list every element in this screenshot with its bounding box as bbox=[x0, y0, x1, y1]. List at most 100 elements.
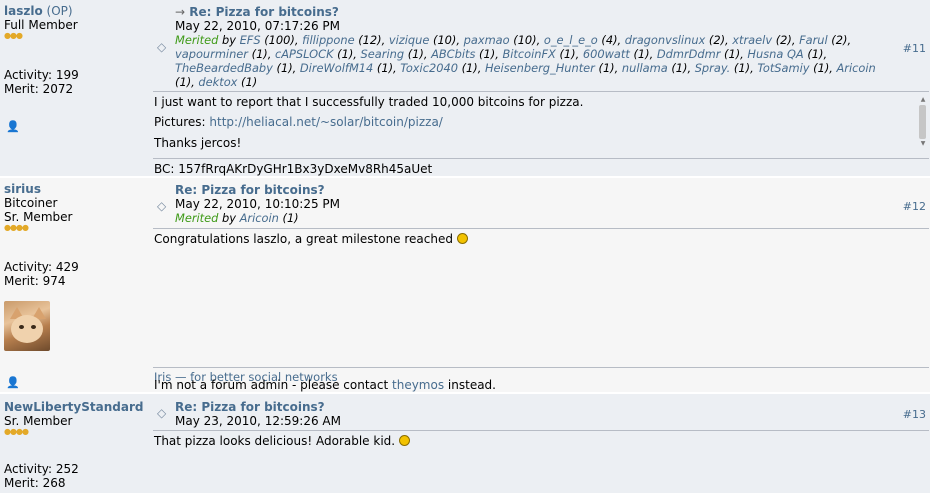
merit-giver-link[interactable]: cAPSLOCK bbox=[275, 47, 334, 61]
divider bbox=[153, 91, 929, 92]
merit-giver-link[interactable]: Spray. bbox=[695, 61, 731, 75]
scroll-up-icon[interactable]: ▲ bbox=[918, 97, 928, 103]
merit-count: (100), bbox=[260, 33, 303, 47]
post-header: Re: Pizza for bitcoins? ◇ May 23, 2010, … bbox=[155, 400, 930, 432]
merit-giver-link[interactable]: vapourminer bbox=[175, 47, 248, 61]
merited-label: Merited bbox=[175, 33, 219, 47]
smiley-icon bbox=[456, 233, 468, 244]
author-link[interactable]: laszlo (OP) bbox=[4, 4, 73, 18]
scroll-down-icon[interactable]: ▼ bbox=[918, 141, 928, 147]
merit: Merit: 974 bbox=[4, 274, 66, 288]
merit-giver-link[interactable]: vizique bbox=[389, 33, 430, 47]
merit-count: (1), bbox=[175, 75, 199, 89]
merit-count: (1), bbox=[457, 61, 485, 75]
scroll-thumb[interactable] bbox=[919, 105, 926, 139]
rank-stars: ●●● bbox=[4, 31, 23, 40]
rank: Full Member bbox=[4, 18, 78, 32]
post-body: That pizza looks delicious! Adorable kid… bbox=[154, 434, 410, 448]
activity: Activity: 252 bbox=[4, 462, 79, 476]
signature-text: I'm not a forum admin - please contact t… bbox=[154, 378, 496, 392]
person-icon[interactable]: 👤 bbox=[6, 376, 20, 389]
merit-giver-link[interactable]: DireWolfM14 bbox=[300, 61, 373, 75]
author-link[interactable]: sirius bbox=[4, 182, 41, 196]
merit-count: (1), bbox=[333, 47, 361, 61]
merit-count: (1), bbox=[272, 61, 300, 75]
custom-title: Bitcoiner bbox=[4, 196, 58, 210]
merit-giver-link[interactable]: paxmao bbox=[464, 33, 510, 47]
rank-stars: ●●●● bbox=[4, 427, 29, 436]
merit-giver-link[interactable]: Heisenberg_Hunter bbox=[485, 61, 595, 75]
merit-list: Merited by Aricoin (1) bbox=[175, 211, 890, 225]
post-subject[interactable]: → Re: Pizza for bitcoins? bbox=[175, 5, 339, 19]
merit-giver-link[interactable]: BitcoinFX bbox=[502, 47, 555, 61]
merit-giver-link[interactable]: fillippone bbox=[302, 33, 355, 47]
post-date: May 22, 2010, 10:10:25 PM bbox=[175, 197, 340, 211]
smiley-icon bbox=[398, 435, 410, 446]
merit: Merit: 268 bbox=[4, 476, 66, 490]
post-subject[interactable]: Re: Pizza for bitcoins? bbox=[175, 400, 325, 414]
post-number[interactable]: #12 bbox=[903, 200, 926, 213]
pictures-line: Pictures: http://heliacal.net/~solar/bit… bbox=[154, 115, 443, 129]
merit-count: (1), bbox=[809, 61, 837, 75]
merit-giver-link[interactable]: nullama bbox=[622, 61, 668, 75]
post-header: Re: Pizza for bitcoins? ◇ May 22, 2010, … bbox=[155, 182, 930, 230]
merit-giver-link[interactable]: Searing bbox=[361, 47, 405, 61]
scrollbar[interactable]: ▲ ▼ bbox=[918, 97, 928, 147]
merit-giver-link[interactable]: Toxic2040 bbox=[400, 61, 458, 75]
merit-giver-link[interactable]: EFS bbox=[240, 33, 261, 47]
post-11: laszlo (OP) Full Member ●●● Activity: 19… bbox=[0, 0, 930, 177]
post-12: sirius Bitcoiner Sr. Member ●●●● Activit… bbox=[0, 178, 930, 393]
signature-divider bbox=[153, 158, 929, 159]
post-number[interactable]: #11 bbox=[903, 42, 926, 55]
post-13: NewLibertyStandard Sr. Member ●●●● Activ… bbox=[0, 394, 930, 494]
merit-giver-link[interactable]: o_e_l_e_o bbox=[544, 33, 598, 47]
activity: Activity: 199 bbox=[4, 68, 79, 82]
post-header: → Re: Pizza for bitcoins? May 22, 2010, … bbox=[155, 4, 930, 90]
merit-count: (1), bbox=[475, 47, 503, 61]
merit-giver-link[interactable]: DdmrDdmr bbox=[657, 47, 721, 61]
merit-giver-link[interactable]: xtraelv bbox=[732, 33, 772, 47]
post-body: Congratulations laszlo, a great mileston… bbox=[154, 232, 468, 246]
post-body-line: I just want to report that I successfull… bbox=[154, 95, 584, 109]
merit-count: (2), bbox=[705, 33, 733, 47]
merit-giver-link[interactable]: dektox bbox=[198, 75, 237, 89]
poster-info: NewLibertyStandard Sr. Member ●●●● bbox=[4, 400, 149, 436]
merit-giver-link[interactable]: Aricoin bbox=[837, 61, 876, 75]
merit-count: (1), bbox=[730, 61, 758, 75]
merit: Merit: 2072 bbox=[4, 82, 74, 96]
merit-count: (4), bbox=[597, 33, 625, 47]
post-subject[interactable]: Re: Pizza for bitcoins? bbox=[175, 183, 325, 197]
activity: Activity: 429 bbox=[4, 260, 79, 274]
theymos-link[interactable]: theymos bbox=[392, 378, 444, 392]
subject-icon: ◇ bbox=[157, 406, 167, 420]
merit-count: (2), bbox=[827, 33, 852, 47]
poster-info: laszlo (OP) Full Member ●●● bbox=[4, 4, 149, 40]
person-icon[interactable]: 👤 bbox=[6, 120, 20, 133]
merit-count: (1) bbox=[278, 211, 299, 225]
pictures-link[interactable]: http://heliacal.net/~solar/bitcoin/pizza… bbox=[209, 115, 442, 129]
merit-giver-link[interactable]: dragonvslinux bbox=[625, 33, 706, 47]
merit-count: (2), bbox=[772, 33, 800, 47]
post-date: May 23, 2010, 12:59:26 AM bbox=[175, 414, 341, 428]
merit-giver-link[interactable]: 600watt bbox=[583, 47, 630, 61]
merit-giver-link[interactable]: TheBeardedBaby bbox=[175, 61, 273, 75]
rank: Sr. Member bbox=[4, 210, 73, 224]
thanks-line: Thanks jercos! bbox=[154, 136, 242, 150]
post-number[interactable]: #13 bbox=[903, 408, 926, 421]
merited-label: Merited bbox=[175, 211, 219, 225]
merit-giver-link[interactable]: ABCbits bbox=[431, 47, 475, 61]
merit-giver-link[interactable]: TotSamiy bbox=[757, 61, 809, 75]
merit-count: (12), bbox=[354, 33, 389, 47]
post-date: May 22, 2010, 07:17:26 PM bbox=[175, 19, 340, 33]
merit-count: (1), bbox=[803, 47, 828, 61]
author-link[interactable]: NewLibertyStandard bbox=[4, 400, 143, 414]
merit-count: (1), bbox=[594, 61, 622, 75]
merit-giver-link[interactable]: Husna QA bbox=[747, 47, 803, 61]
poster-info: sirius Bitcoiner Sr. Member ●●●● bbox=[4, 182, 149, 232]
merit-count: (10), bbox=[429, 33, 464, 47]
merit-giver-link[interactable]: Aricoin bbox=[240, 211, 279, 225]
merit-count: (1), bbox=[667, 61, 695, 75]
divider bbox=[153, 228, 929, 229]
merit-giver-link[interactable]: Farul bbox=[799, 33, 828, 47]
merit-count: (10), bbox=[509, 33, 544, 47]
